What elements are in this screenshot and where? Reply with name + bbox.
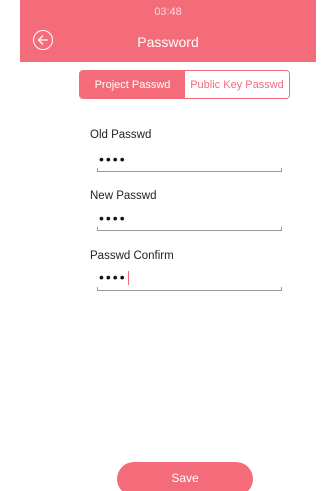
confirm-passwd-field[interactable]: •••• — [99, 268, 282, 286]
confirm-passwd-value: •••• — [99, 269, 127, 285]
save-button[interactable]: Save — [117, 462, 253, 491]
tab-project-passwd[interactable]: Project Passwd — [80, 71, 185, 98]
old-passwd-field[interactable]: •••• — [99, 150, 282, 168]
text-caret — [127, 271, 129, 286]
new-passwd-label: New Passwd — [90, 190, 157, 202]
old-passwd-label: Old Passwd — [90, 129, 152, 141]
new-passwd-underline — [97, 227, 282, 231]
old-passwd-underline — [97, 168, 282, 172]
new-passwd-value: •••• — [99, 210, 127, 226]
status-time: 03:48 — [154, 6, 182, 18]
page-title: Password — [137, 34, 199, 50]
confirm-passwd-underline — [97, 287, 282, 291]
old-passwd-value: •••• — [99, 151, 127, 167]
confirm-passwd-label: Passwd Confirm — [90, 250, 174, 262]
new-passwd-field[interactable]: •••• — [99, 209, 282, 227]
tab-public-key-passwd[interactable]: Public Key Passwd — [185, 71, 289, 98]
password-type-tabs: Project Passwd Public Key Passwd — [79, 70, 290, 99]
app-header: 03:48 Password — [20, 0, 316, 62]
password-screen: 03:48 Password Project Passwd Public Key… — [0, 0, 335, 491]
